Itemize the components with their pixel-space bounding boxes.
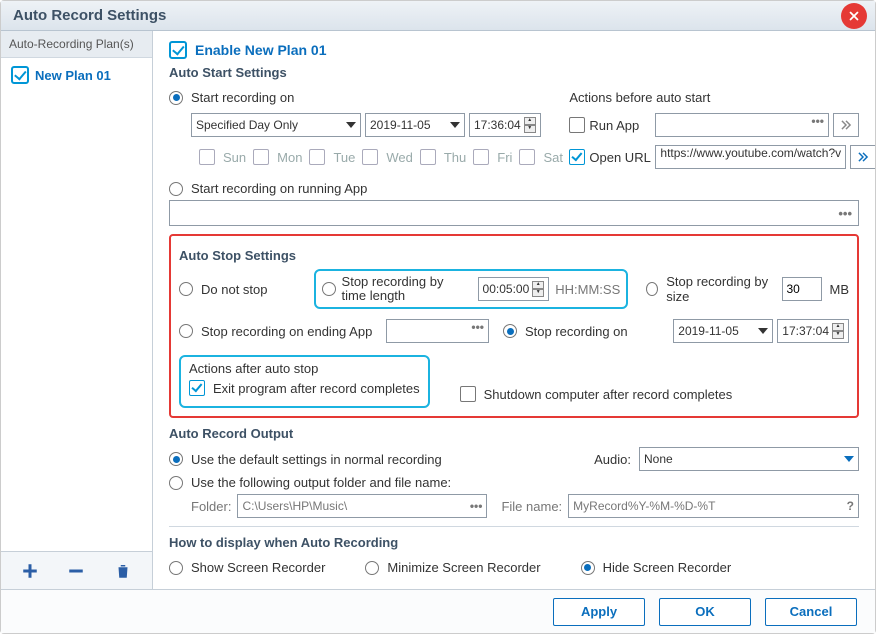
chevron-down-icon (758, 328, 768, 334)
autostart-row1: Start recording on Actions before auto s… (169, 86, 859, 109)
chevron-down-icon (450, 122, 460, 128)
open-url-go-button[interactable] (850, 145, 875, 169)
sidebar-list: New Plan 01 (1, 58, 152, 551)
autostop-title: Auto Stop Settings (179, 248, 849, 263)
autostart-title: Auto Start Settings (169, 65, 859, 80)
radio-stop-on[interactable] (503, 324, 517, 338)
close-icon (847, 9, 861, 23)
body: Auto-Recording Plan(s) New Plan 01 Enabl… (1, 31, 875, 589)
day-mon[interactable] (253, 149, 269, 165)
filename-input[interactable]: MyRecord%Y-%M-%D-%T? (568, 494, 859, 518)
double-chevron-right-icon (839, 118, 853, 132)
radio-output-default[interactable] (169, 452, 183, 466)
ellipsis-icon[interactable]: ••• (471, 320, 484, 342)
open-url-label: Open URL (589, 150, 651, 165)
radio-hide[interactable] (581, 561, 595, 575)
actions-before-label: Actions before auto start (569, 90, 710, 105)
autostart-row3: Sun Mon Tue Wed Thu Fri Sat Open URL htt… (169, 141, 859, 173)
ending-app-input[interactable]: ••• (386, 319, 489, 343)
double-chevron-right-icon (856, 150, 870, 164)
schedule-mode-select[interactable]: Specified Day Only (191, 113, 361, 137)
start-running-app-label: Start recording on running App (191, 181, 367, 196)
run-app-go-button[interactable] (833, 113, 859, 137)
plus-icon (21, 562, 39, 580)
radio-stop-size[interactable] (646, 282, 658, 296)
length-spinner[interactable]: 00:05:00▲▼ (478, 277, 550, 301)
main-panel: Enable New Plan 01 Auto Start Settings S… (153, 31, 875, 589)
audio-select[interactable]: None (639, 447, 859, 471)
day-thu[interactable] (420, 149, 436, 165)
chevron-down-icon (346, 122, 356, 128)
size-input[interactable] (782, 277, 822, 301)
delete-plan-button[interactable] (109, 557, 137, 585)
trash-icon (114, 562, 132, 580)
separator (169, 526, 859, 527)
enable-plan-checkbox[interactable] (169, 41, 187, 59)
start-date-select[interactable]: 2019-11-05 (365, 113, 465, 137)
day-wed[interactable] (362, 149, 378, 165)
ellipsis-icon[interactable]: ••• (470, 499, 483, 513)
sidebar-header: Auto-Recording Plan(s) (1, 31, 152, 58)
enable-plan-label: Enable New Plan 01 (195, 42, 327, 58)
radio-no-stop[interactable] (179, 282, 193, 296)
window-title: Auto Record Settings (13, 7, 841, 24)
plan-item[interactable]: New Plan 01 (1, 58, 152, 92)
shutdown-checkbox[interactable] (460, 386, 476, 402)
start-time-spinner[interactable]: 17:36:04▲▼ (469, 113, 541, 137)
day-sun[interactable] (199, 149, 215, 165)
exit-program-checkbox[interactable] (189, 380, 205, 396)
radio-minimize[interactable] (365, 561, 379, 575)
day-fri[interactable] (473, 149, 489, 165)
radio-stop-ending-app[interactable] (179, 324, 193, 338)
close-button[interactable] (841, 3, 867, 29)
autostop-section: Auto Stop Settings Do not stop Stop reco… (169, 234, 859, 418)
ellipsis-icon[interactable]: ••• (838, 206, 852, 221)
actions-after-box: Actions after auto stop Exit program aft… (179, 355, 430, 408)
radio-show[interactable] (169, 561, 183, 575)
sidebar-toolbar (1, 551, 152, 589)
output-title: Auto Record Output (169, 426, 859, 441)
ok-button[interactable]: OK (659, 598, 751, 626)
minus-icon (67, 562, 85, 580)
run-app-checkbox[interactable] (569, 117, 585, 133)
ellipsis-icon[interactable]: ••• (811, 114, 824, 136)
start-on-label: Start recording on (191, 90, 294, 105)
checkbox-icon[interactable] (11, 66, 29, 84)
days-row: Sun Mon Tue Wed Thu Fri Sat (169, 141, 555, 173)
open-url-checkbox[interactable] (569, 149, 585, 165)
apply-button[interactable]: Apply (553, 598, 645, 626)
radio-stop-length[interactable] (322, 282, 336, 296)
run-app-label: Run App (589, 118, 651, 133)
run-app-input[interactable]: ••• (655, 113, 829, 137)
radio-output-custom[interactable] (169, 476, 183, 490)
footer: Apply OK Cancel (1, 589, 875, 633)
actions-after-group: Actions after auto stop Exit program aft… (179, 355, 849, 408)
folder-input[interactable]: C:\Users\HP\Music\••• (237, 494, 487, 518)
add-plan-button[interactable] (16, 557, 44, 585)
stop-time-spinner[interactable]: 17:37:04▲▼ (777, 319, 849, 343)
remove-plan-button[interactable] (62, 557, 90, 585)
day-tue[interactable] (309, 149, 325, 165)
enable-plan-row[interactable]: Enable New Plan 01 (169, 41, 859, 59)
radio-start-on[interactable] (169, 91, 183, 105)
cancel-button[interactable]: Cancel (765, 598, 857, 626)
sidebar: Auto-Recording Plan(s) New Plan 01 (1, 31, 153, 589)
chevron-down-icon (844, 456, 854, 462)
help-icon[interactable]: ? (847, 499, 854, 513)
day-sat[interactable] (519, 149, 535, 165)
stop-by-length-box: Stop recording by time length 00:05:00▲▼… (314, 269, 629, 309)
stop-date-select[interactable]: 2019-11-05 (673, 319, 773, 343)
radio-start-running-app[interactable] (169, 182, 183, 196)
autostart-row2: Specified Day Only 2019-11-05 17:36:04▲▼… (169, 109, 859, 141)
plan-label: New Plan 01 (35, 68, 111, 83)
open-url-input[interactable]: https://www.youtube.com/watch?v (655, 145, 846, 169)
running-app-input[interactable]: ••• (169, 200, 859, 226)
display-title: How to display when Auto Recording (169, 535, 859, 550)
title-bar: Auto Record Settings (1, 1, 875, 31)
